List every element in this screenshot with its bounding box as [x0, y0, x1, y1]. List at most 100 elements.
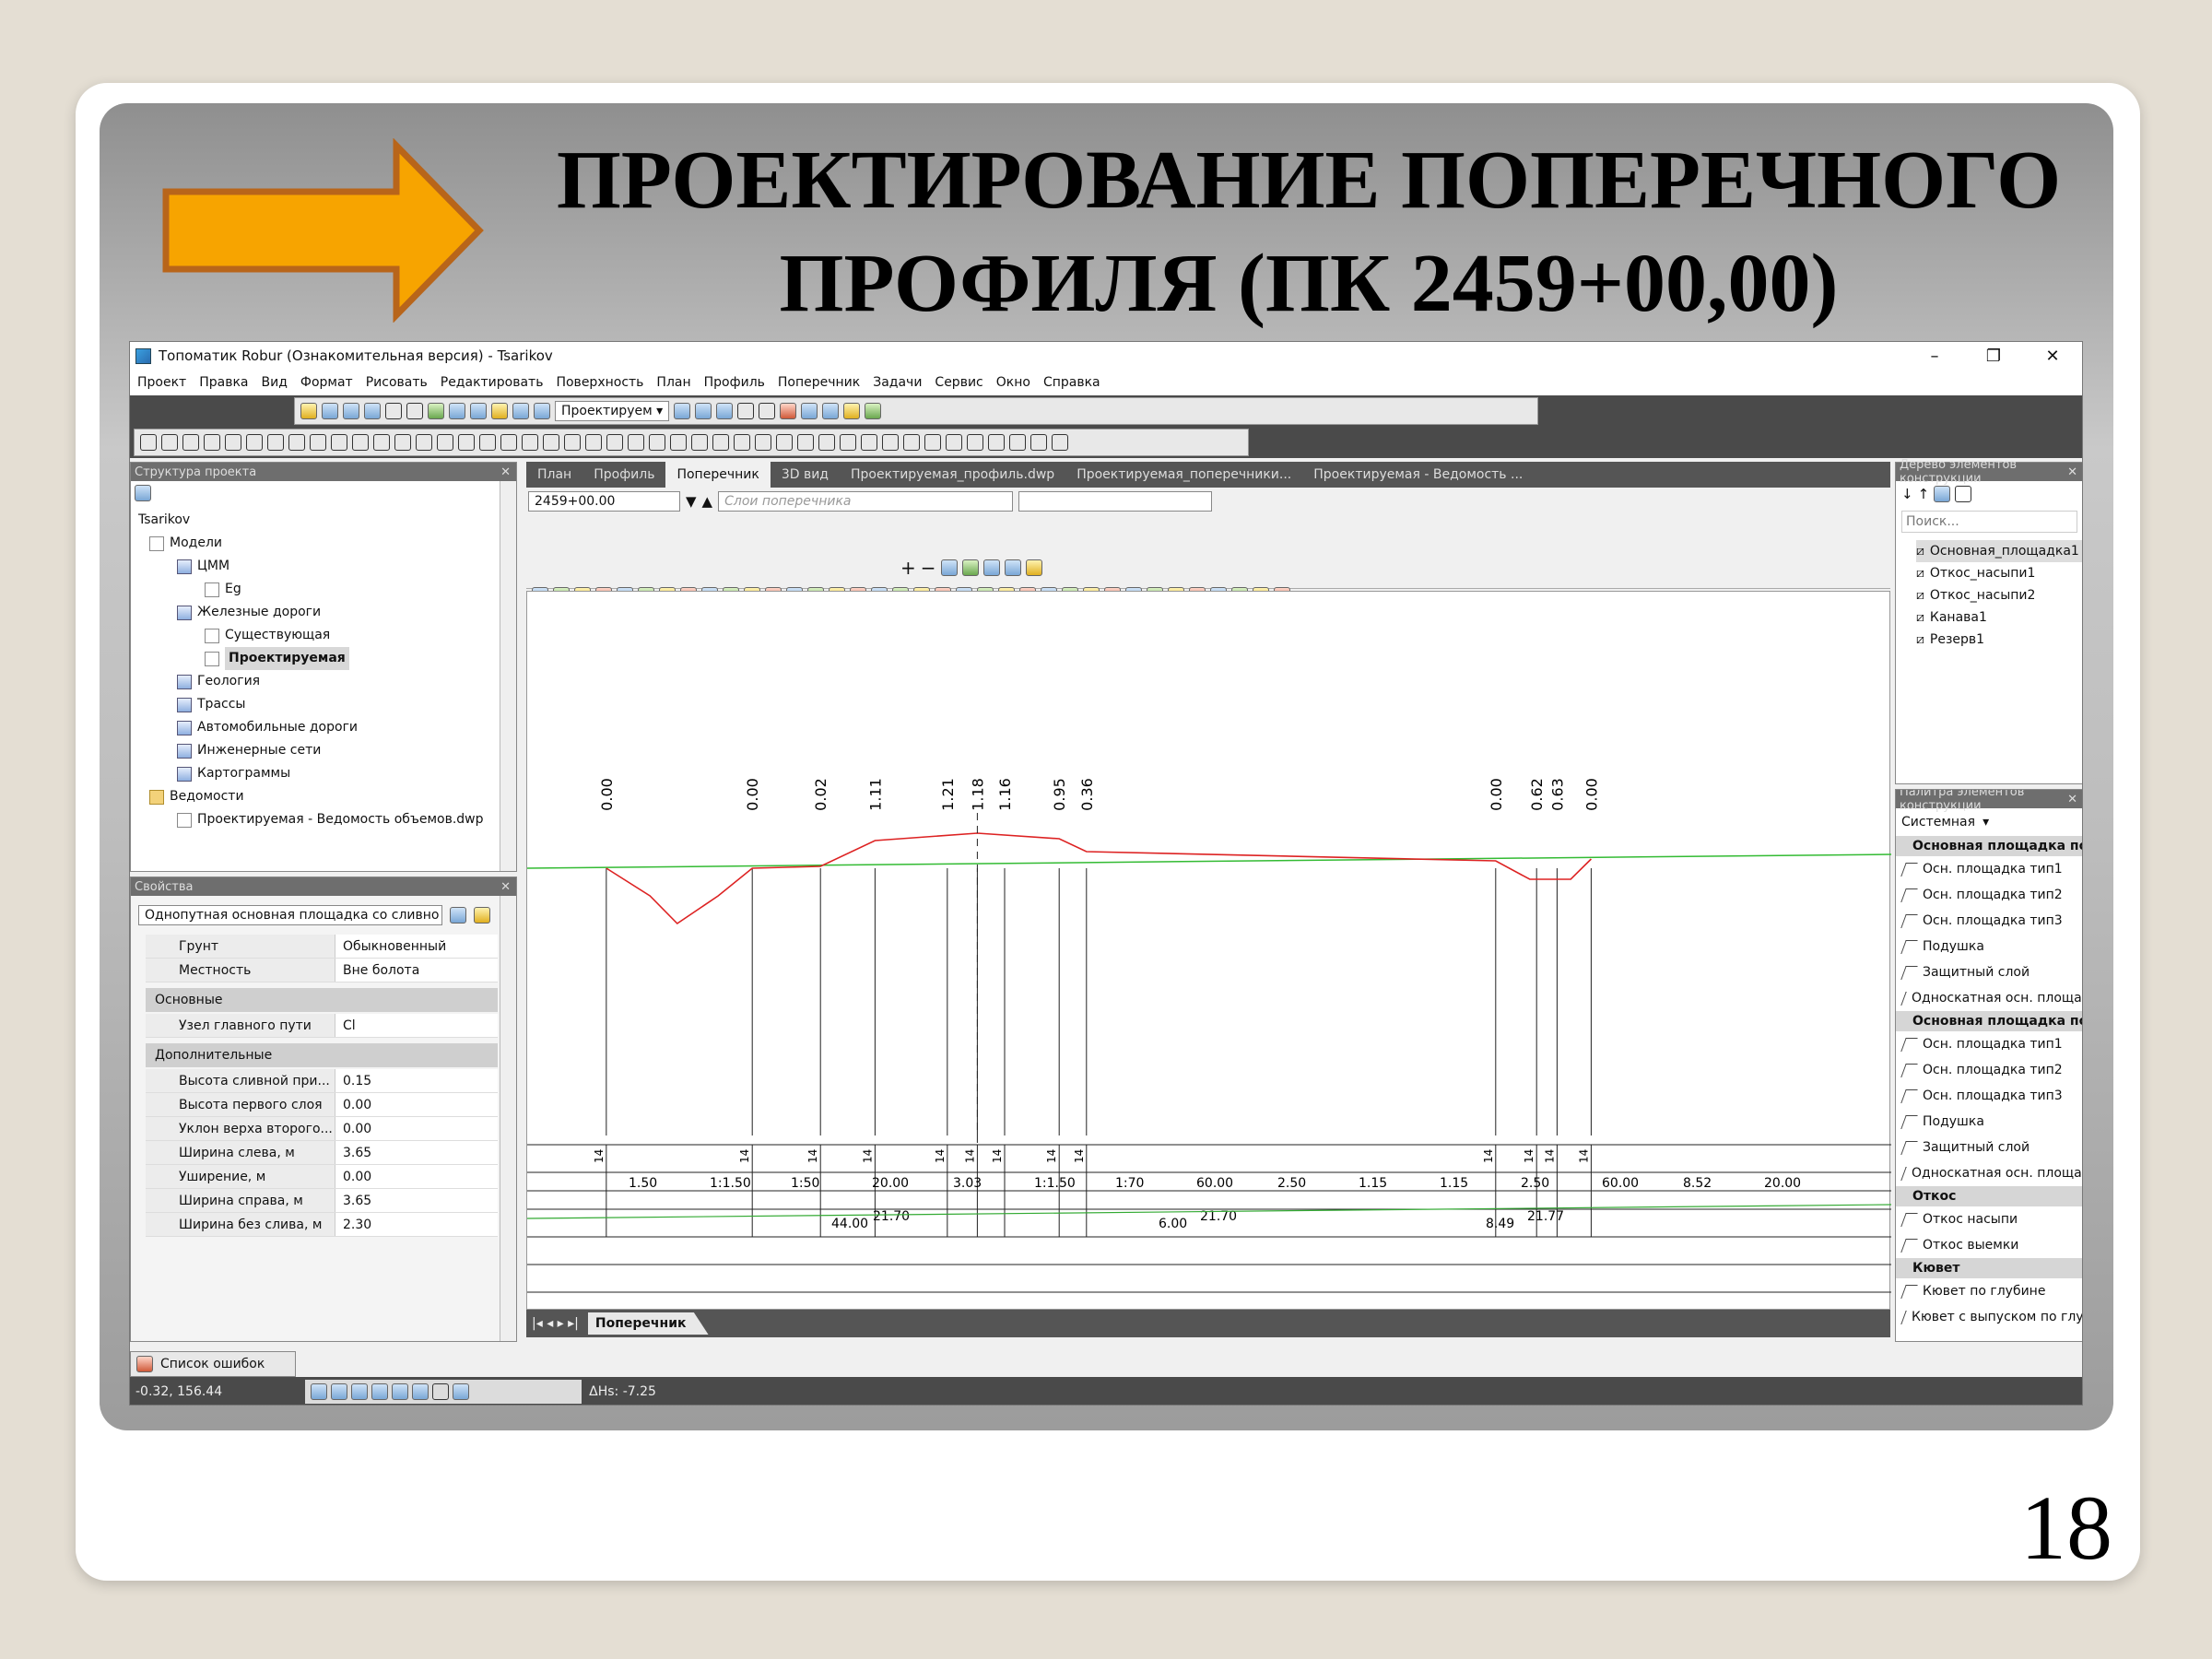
- panel-close-icon[interactable]: ✕: [500, 880, 511, 894]
- properties-info-icon[interactable]: [450, 907, 466, 924]
- draw-tool-icon[interactable]: [140, 434, 157, 451]
- sheet-nav-icon[interactable]: |◂ ◂ ▸ ▸|: [532, 1316, 579, 1331]
- property-row[interactable]: Ширина справа, м 3.65: [146, 1189, 498, 1213]
- paste-icon[interactable]: [716, 403, 734, 419]
- tree-item-statements[interactable]: Ведомости: [135, 785, 484, 808]
- tree-item-routes[interactable]: Трассы: [135, 693, 484, 716]
- draw-tool-icon[interactable]: [649, 434, 665, 451]
- menu-item-7[interactable]: План: [656, 375, 690, 390]
- draw-tool-icon[interactable]: [500, 434, 517, 451]
- mode-select[interactable]: Проектируем ▾: [555, 401, 670, 421]
- draw-tool-icon[interactable]: [182, 434, 199, 451]
- draw-tool-icon[interactable]: [628, 434, 644, 451]
- tab-5[interactable]: Проектируемая_поперечники...: [1065, 467, 1302, 482]
- redo-icon[interactable]: [759, 403, 776, 419]
- edit-icon[interactable]: [449, 403, 465, 419]
- draw-tool-icon[interactable]: [522, 434, 538, 451]
- cross-section-drawing[interactable]: 0.00 0.00 0.02 1.11 1.21 1.18 1.16 0.95 0.36 0.00…: [526, 592, 1892, 1311]
- draw-tool-icon[interactable]: [352, 434, 369, 451]
- station-up-icon[interactable]: ▲: [702, 493, 713, 510]
- cut-icon[interactable]: [674, 403, 691, 419]
- property-row[interactable]: Грунт Обыкновенный: [146, 935, 498, 959]
- property-value[interactable]: Обыкновенный: [335, 935, 498, 958]
- construction-item[interactable]: ⧄ Канава1: [1916, 606, 2082, 629]
- move-up-icon[interactable]: ↑: [1918, 486, 1930, 502]
- draw-tool-icon[interactable]: [543, 434, 559, 451]
- draw-tool-icon[interactable]: [734, 434, 750, 451]
- draw-tool-icon[interactable]: [840, 434, 856, 451]
- draw-tool-icon[interactable]: [1052, 434, 1068, 451]
- palette-item[interactable]: Кювет по глубине: [1896, 1278, 2082, 1304]
- property-row[interactable]: Ширина слева, м 3.65: [146, 1141, 498, 1165]
- draw-tool-icon[interactable]: [331, 434, 347, 451]
- palette-item[interactable]: Откос насыпи: [1896, 1206, 2082, 1232]
- grid-icon[interactable]: [822, 403, 840, 419]
- property-value[interactable]: Вне болота: [335, 959, 498, 982]
- list-icon[interactable]: [1934, 486, 1951, 502]
- draw-tool-icon[interactable]: [691, 434, 708, 451]
- ortho-icon[interactable]: [331, 1383, 348, 1400]
- properties-scrollbar[interactable]: [500, 896, 516, 1341]
- draw-tool-icon[interactable]: [670, 434, 687, 451]
- draw-tool-icon[interactable]: [882, 434, 899, 451]
- draw-tool-icon[interactable]: [267, 434, 284, 451]
- construction-item[interactable]: ⧄ Резерв1: [1916, 629, 2082, 651]
- menu-item-8[interactable]: Профиль: [704, 375, 765, 390]
- draw-tool-icon[interactable]: [903, 434, 920, 451]
- panel-close-icon[interactable]: ✕: [500, 465, 511, 479]
- draw-tool-icon[interactable]: [776, 434, 793, 451]
- menu-item-9[interactable]: Поперечник: [778, 375, 860, 390]
- property-value[interactable]: 3.65: [335, 1141, 498, 1164]
- palette-item[interactable]: Подушка: [1896, 1109, 2082, 1135]
- menu-item-10[interactable]: Задачи: [873, 375, 922, 390]
- layers-icon[interactable]: [843, 403, 861, 419]
- property-value[interactable]: 0.00: [335, 1165, 498, 1188]
- menu-item-11[interactable]: Сервис: [935, 375, 982, 390]
- draw-tool-icon[interactable]: [1030, 434, 1047, 451]
- tab-0[interactable]: План: [526, 467, 582, 482]
- tab-2[interactable]: Поперечник: [665, 462, 771, 488]
- close-button[interactable]: ✕: [2023, 342, 2082, 370]
- palette-item[interactable]: Осн. площадка тип1: [1896, 1031, 2082, 1057]
- menu-item-6[interactable]: Поверхность: [556, 375, 643, 390]
- tree-item-railways[interactable]: Железные дороги: [135, 601, 484, 624]
- tab-1[interactable]: Профиль: [582, 467, 665, 482]
- tree-item-root[interactable]: Tsarikov: [135, 509, 484, 532]
- tree-item-cartograms[interactable]: Картограммы: [135, 762, 484, 785]
- tree-item-roads[interactable]: Автомобильные дороги: [135, 716, 484, 739]
- construction-item[interactable]: ⧄ Основная_площадка1: [1916, 540, 2082, 562]
- track-icon[interactable]: [412, 1383, 429, 1400]
- crosshair-icon[interactable]: [432, 1383, 450, 1400]
- draw-tool-icon[interactable]: [416, 434, 432, 451]
- errors-tab[interactable]: Список ошибок: [130, 1351, 296, 1377]
- property-value[interactable]: 2.30: [335, 1213, 498, 1236]
- model-icon[interactable]: [428, 403, 444, 419]
- move-down-icon[interactable]: ↓: [1901, 486, 1913, 502]
- measure-icon[interactable]: [470, 403, 487, 419]
- menu-item-1[interactable]: Правка: [199, 375, 248, 390]
- property-row[interactable]: Узел главного пути Cl: [146, 1014, 498, 1038]
- draw-tool-icon[interactable]: [288, 434, 305, 451]
- menu-item-4[interactable]: Рисовать: [366, 375, 428, 390]
- refresh-icon[interactable]: [135, 485, 151, 501]
- palette-item[interactable]: Кювет с выпуском по глубине: [1896, 1304, 2082, 1330]
- palette-item[interactable]: Односкатная осн. площадка: [1896, 1160, 2082, 1186]
- help-icon[interactable]: [865, 403, 882, 419]
- draw-tool-icon[interactable]: [394, 434, 411, 451]
- zoom-icon[interactable]: [780, 403, 797, 419]
- layout-icon[interactable]: [364, 403, 381, 419]
- draw-tool-icon[interactable]: [712, 434, 729, 451]
- tab-3[interactable]: 3D вид: [771, 467, 840, 482]
- sheet-tab-cross-section[interactable]: Поперечник: [587, 1312, 709, 1335]
- minimize-button[interactable]: –: [1905, 342, 1964, 370]
- tree-item-existing[interactable]: Существующая: [135, 624, 484, 647]
- copy-icon[interactable]: [695, 403, 712, 419]
- undo-icon[interactable]: [737, 403, 755, 419]
- dynamic-input-icon[interactable]: [453, 1383, 470, 1400]
- draw-tool-icon[interactable]: [967, 434, 983, 451]
- palette-preset-select[interactable]: Системная: [1901, 815, 1975, 830]
- palette-group[interactable]: Откос: [1896, 1186, 2082, 1206]
- draw-tool-icon[interactable]: [797, 434, 814, 451]
- station-input[interactable]: 2459+00.00: [528, 491, 680, 512]
- palette-item[interactable]: Осн. площадка тип2: [1896, 1057, 2082, 1083]
